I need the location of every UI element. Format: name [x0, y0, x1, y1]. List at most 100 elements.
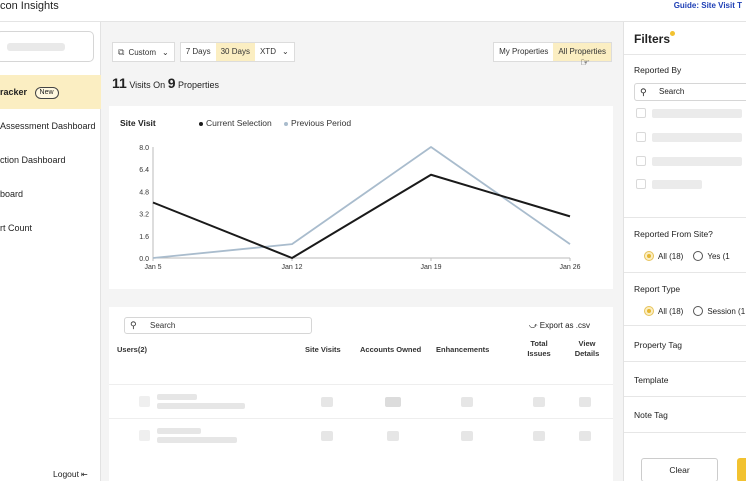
filter-label-report-type[interactable]: Report Type — [634, 284, 680, 294]
site-option-yes[interactable]: Yes (1 — [693, 251, 730, 261]
site-option-all[interactable]: All (18) — [644, 251, 683, 261]
filter-label-reported-from-site[interactable]: Reported From Site? — [634, 229, 713, 239]
radio-label: Session (1 — [707, 306, 746, 316]
my-properties-tab[interactable]: My Properties — [494, 43, 553, 61]
row-checkbox[interactable] — [139, 430, 150, 441]
column-header-total-issues[interactable]: Total Issues — [526, 339, 552, 359]
search-icon: ⚲ — [640, 87, 647, 97]
y-tick-label: 0.0 — [139, 256, 149, 263]
radio-label: Yes (1 — [707, 251, 730, 261]
report-type-option-all[interactable]: All (18) — [644, 306, 683, 316]
radio-icon — [693, 251, 704, 261]
search-placeholder: Search — [150, 321, 176, 330]
logout-button[interactable]: Logout ⇤ — [53, 469, 88, 479]
sidebar-item-dashboard[interactable]: board — [0, 177, 101, 211]
sidebar-item-label: Assessment Dashboard — [0, 121, 96, 131]
view-details-blurred[interactable] — [579, 431, 591, 441]
filter-option-blurred — [652, 157, 742, 166]
cell-blurred — [321, 431, 333, 441]
cell-blurred — [533, 397, 545, 407]
x-tick-label: Jan 12 — [281, 264, 302, 271]
sidebar-item-label: ction Dashboard — [0, 155, 66, 165]
column-header-users[interactable]: Users(2) — [117, 345, 147, 355]
filter-search-input[interactable]: ⚲ Search — [634, 83, 746, 101]
search-icon: ⚲ — [130, 320, 137, 330]
search-placeholder: Search — [659, 87, 685, 96]
range-30-days[interactable]: 30 Days — [215, 43, 255, 61]
filter-label-property-tag[interactable]: Property Tag — [634, 340, 682, 350]
visit-count: 11 — [112, 75, 127, 91]
legend-label: Current Selection — [206, 118, 272, 128]
filter-section-reported-from-site — [624, 217, 746, 218]
logout-label: Logout — [53, 469, 79, 479]
visits-summary: 11 Visits On 9 Properties — [112, 75, 219, 91]
user-name-blurred — [157, 394, 197, 400]
sidebar-item-label: rt Count — [0, 223, 33, 233]
export-csv-button[interactable]: ⤻ Export as .csv — [521, 317, 597, 334]
row-checkbox[interactable] — [139, 396, 150, 407]
custom-range-label: Custom — [128, 48, 156, 57]
new-badge: New — [34, 86, 59, 99]
custom-range-item[interactable]: ⧉ Custom ⌄ — [113, 43, 174, 61]
user-name-blurred — [157, 428, 201, 434]
cell-blurred — [461, 431, 473, 441]
column-header-enhancements[interactable]: Enhancements — [436, 345, 489, 355]
filter-checkbox[interactable] — [636, 179, 646, 189]
view-details-blurred[interactable] — [579, 397, 591, 407]
y-tick-label: 1.6 — [139, 234, 149, 241]
filter-label-template[interactable]: Template — [634, 375, 669, 385]
radio-label: All (18) — [658, 306, 684, 316]
filter-checkbox[interactable] — [636, 132, 646, 142]
sidebar-item-tracker[interactable]: racker New — [0, 75, 101, 109]
filter-checkbox[interactable] — [636, 108, 646, 118]
radio-label: All (18) — [658, 251, 684, 261]
sidebar-item-assessment-dashboard[interactable]: Assessment Dashboard — [0, 109, 101, 143]
filter-option-blurred — [652, 109, 742, 118]
clear-filters-button[interactable]: Clear — [641, 458, 718, 481]
guide-link[interactable]: Guide: Site Visit T — [674, 1, 742, 10]
organization-select[interactable] — [0, 31, 94, 62]
column-header-accounts-owned[interactable]: Accounts Owned — [360, 345, 421, 355]
filter-checkbox[interactable] — [636, 156, 646, 166]
property-count: 9 — [167, 75, 176, 91]
chart-title: Site Visit — [120, 118, 156, 128]
sidebar-nav: racker New Assessment Dashboard ction Da… — [0, 75, 101, 245]
range-7-days[interactable]: 7 Days — [181, 43, 216, 61]
visits-on-label: Visits On — [129, 80, 166, 90]
cell-blurred — [461, 397, 473, 407]
filter-label-note-tag[interactable]: Note Tag — [634, 410, 668, 420]
range-xtd-select[interactable]: XTD ⌄ — [255, 43, 294, 61]
range-preset-group: 7 Days 30 Days XTD ⌄ — [179, 42, 295, 62]
apply-filters-button[interactable] — [737, 458, 746, 481]
top-bar: con Insights Guide: Site Visit T — [0, 0, 746, 22]
sidebar-item-action-dashboard[interactable]: ction Dashboard — [0, 143, 101, 177]
custom-range-select[interactable]: ⧉ Custom ⌄ — [112, 42, 175, 62]
app-title: con Insights — [0, 0, 59, 12]
site-visit-chart-card: Site Visit Current Selection Previous Pe… — [109, 106, 613, 289]
user-email-blurred — [157, 437, 237, 443]
user-email-blurred — [157, 403, 245, 409]
site-radio-group: All (18) Yes (1 — [644, 251, 740, 261]
table-row[interactable] — [109, 418, 613, 452]
cell-blurred — [533, 431, 545, 441]
site-visit-line-chart: 8.0 6.4 4.8 3.2 1.6 0.0Jan 5 Jan 12 Jan 19 Jan 2… — [139, 145, 580, 271]
filters-panel: Filters Reported By ⚲ Search Reported Fr… — [623, 22, 746, 481]
chart-legend: Current Selection Previous Period — [199, 118, 361, 128]
y-tick-label: 6.4 — [139, 167, 149, 174]
x-tick-label: Jan 5 — [144, 264, 161, 271]
filter-section-property-tag — [624, 325, 746, 326]
legend-previous-period: Previous Period — [284, 118, 351, 128]
report-type-radio-group: All (18) Session (1 — [644, 306, 746, 316]
filter-label-reported-by[interactable]: Reported By — [634, 65, 681, 75]
filter-section-note-tag — [624, 396, 746, 397]
table-row[interactable] — [109, 384, 613, 418]
logout-icon: ⇤ — [81, 470, 88, 479]
legend-current-selection: Current Selection — [199, 118, 272, 128]
table-search-input[interactable]: ⚲ Search — [124, 317, 312, 334]
sidebar-item-count[interactable]: rt Count — [0, 211, 101, 245]
column-header-site-visits[interactable]: Site Visits — [305, 345, 341, 355]
property-scope-toggle: My Properties All Properties — [493, 42, 612, 62]
column-header-view-details[interactable]: View Details — [573, 339, 601, 359]
report-type-option-session[interactable]: Session (1 — [693, 306, 745, 316]
chevron-down-icon: ⌄ — [162, 48, 169, 57]
